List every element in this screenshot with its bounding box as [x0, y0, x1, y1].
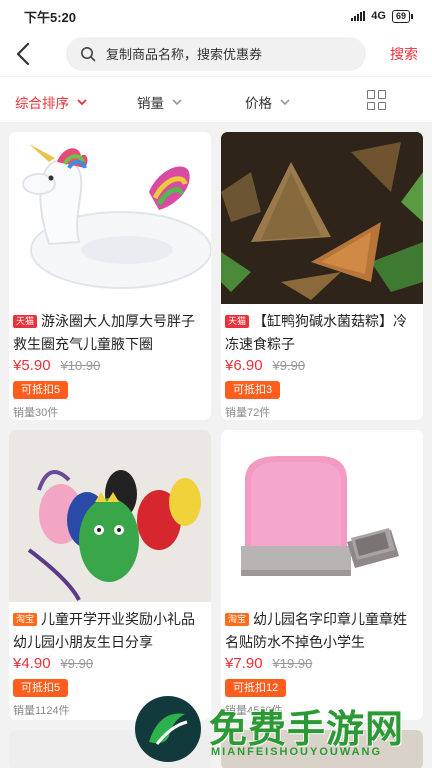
- watermark-logo-icon: [135, 696, 201, 762]
- product-title: 淘宝 幼儿园名字印章儿童章姓名贴防水不掉色小学生: [221, 602, 423, 653]
- back-button[interactable]: [16, 39, 44, 69]
- platform-tag: 天猫: [13, 315, 38, 328]
- product-card[interactable]: 淘宝 儿童开学开业奖励小礼品幼儿园小朋友生日分享 ¥4.90 ¥9.90 可抵扣5…: [9, 430, 211, 720]
- sort-price[interactable]: 价格: [245, 92, 290, 112]
- product-card[interactable]: 淘宝 幼儿园名字印章儿童章姓名贴防水不掉色小学生 ¥7.90 ¥19.90 可抵扣…: [221, 430, 423, 720]
- sort-label: 综合排序: [15, 96, 69, 111]
- product-title-text: 游泳圈大人加厚大号胖子救生圈充气儿童腋下圈: [13, 313, 196, 352]
- product-image-zongzi: [221, 132, 423, 304]
- chevron-down-icon: [172, 99, 182, 105]
- back-arrow-icon: [16, 43, 30, 65]
- site-watermark: 免费手游网 MIANFEISHOUYOUWANG: [135, 696, 432, 768]
- price-row: ¥6.90 ¥9.90: [221, 355, 423, 377]
- search-icon: [81, 47, 96, 62]
- sort-bar: 综合排序 销量 价格: [0, 76, 432, 122]
- current-price: ¥4.90: [13, 655, 51, 672]
- chevron-down-icon: [77, 99, 87, 105]
- coupon-badge[interactable]: 可抵扣12: [225, 679, 287, 697]
- price-row: ¥5.90 ¥10.90: [9, 355, 211, 377]
- watermark-subtext: MIANFEISHOUYOUWANG: [211, 746, 383, 758]
- coupon-badge[interactable]: 可抵扣5: [13, 381, 69, 399]
- price-row: ¥4.90 ¥9.90: [9, 653, 211, 675]
- product-card[interactable]: 天猫 【缸鸭狗碱水菌菇粽】冷冻速食粽子 ¥6.90 ¥9.90 可抵扣3 销量72…: [221, 132, 423, 420]
- product-image-unicorn: [9, 132, 211, 304]
- product-title: 天猫 游泳圈大人加厚大号胖子救生圈充气儿童腋下圈: [9, 304, 211, 355]
- original-price: ¥10.90: [60, 358, 101, 373]
- product-title: 淘宝 儿童开学开业奖励小礼品幼儿园小朋友生日分享: [9, 602, 211, 653]
- current-price: ¥5.90: [13, 357, 51, 374]
- sort-comprehensive[interactable]: 综合排序: [15, 92, 87, 112]
- product-card[interactable]: 天猫 游泳圈大人加厚大号胖子救生圈充气儿童腋下圈 ¥5.90 ¥10.90 可抵扣…: [9, 132, 211, 420]
- original-price: ¥9.90: [272, 358, 306, 373]
- current-price: ¥6.90: [225, 357, 263, 374]
- sort-sales[interactable]: 销量: [137, 92, 182, 112]
- product-image-name-stamp: [221, 430, 423, 602]
- grid-view-toggle-icon[interactable]: [367, 90, 387, 110]
- sort-label: 销量: [137, 96, 164, 111]
- network-type: 4G: [371, 10, 386, 22]
- product-image-kids-bags: [9, 430, 211, 602]
- platform-tag: 淘宝: [225, 613, 250, 626]
- status-indicators: 4G 69: [351, 9, 414, 23]
- original-price: ¥9.90: [60, 656, 94, 671]
- status-bar: 下午5:20 4G 69: [0, 0, 432, 32]
- coupon-badge[interactable]: 可抵扣5: [13, 679, 69, 697]
- signal-icon: [351, 11, 366, 21]
- battery-level: 69: [395, 10, 406, 21]
- product-title: 天猫 【缸鸭狗碱水菌菇粽】冷冻速食粽子: [221, 304, 423, 355]
- search-header: 搜索: [0, 32, 432, 76]
- sales-count: 销量30件: [13, 407, 59, 419]
- platform-tag: 天猫: [225, 315, 250, 328]
- price-row: ¥7.90 ¥19.90: [221, 653, 423, 675]
- original-price: ¥19.90: [272, 656, 313, 671]
- coupon-badge[interactable]: 可抵扣3: [225, 381, 281, 399]
- platform-tag: 淘宝: [13, 613, 38, 626]
- product-title-text: 幼儿园名字印章儿童章姓名贴防水不掉色小学生: [225, 611, 408, 650]
- product-title-text: 儿童开学开业奖励小礼品幼儿园小朋友生日分享: [13, 611, 196, 650]
- chevron-down-icon: [280, 99, 290, 105]
- search-box[interactable]: [66, 37, 366, 71]
- current-price: ¥7.90: [225, 655, 263, 672]
- watermark-text: 免费手游网: [209, 706, 405, 751]
- sales-count: 销量72件: [225, 407, 271, 419]
- product-title-text: 【缸鸭狗碱水菌菇粽】冷冻速食粽子: [225, 313, 408, 352]
- status-time: 下午5:20: [24, 9, 77, 25]
- search-input[interactable]: [106, 46, 336, 62]
- search-button[interactable]: 搜索: [390, 44, 418, 64]
- battery-icon: 69: [391, 9, 414, 23]
- sort-label: 价格: [245, 96, 272, 111]
